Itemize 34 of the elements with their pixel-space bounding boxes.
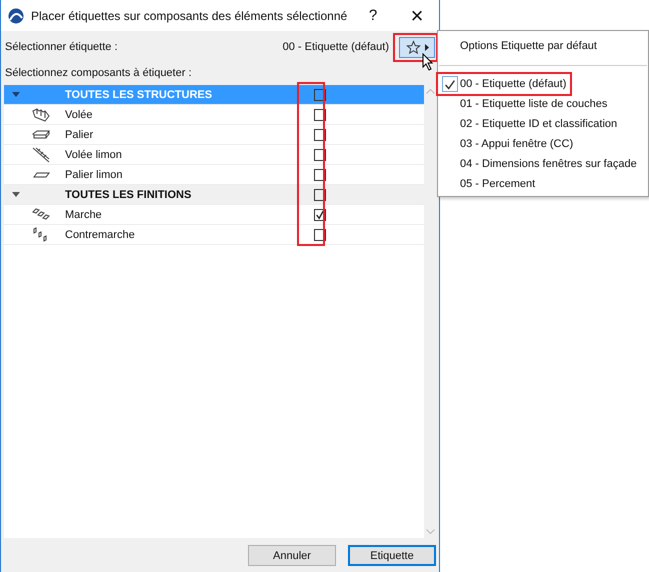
close-button[interactable]: × [395,0,439,31]
app-logo-icon [8,8,24,24]
menu-item[interactable]: 02 - Etiquette ID et classification [438,114,624,134]
menu-item[interactable]: 03 - Appui fenêtre (CC) [438,134,580,154]
menu-item[interactable]: Options Etiquette par défaut [438,31,648,61]
component-name: Contremarche [65,228,136,240]
tread-icon [32,206,50,222]
cursor-icon [422,53,434,71]
caret-icon [424,44,428,50]
component-name: Volée limon [65,148,123,160]
menu-item[interactable]: 00 - Etiquette (défaut) [436,72,572,96]
select-label: Sélectionner étiquette : [5,41,119,53]
menu-item[interactable]: 04 - Dimensions fenêtres sur façade [438,154,643,174]
component-name: Palier [65,128,94,140]
scroll-up-icon [426,89,435,94]
default-button[interactable]: Etiquette [348,545,436,566]
cancel-button[interactable]: Annuler [248,545,336,566]
window-title: Placer étiquettes sur composants des éléments sélectionné [31,8,348,22]
stringer-icon [32,146,50,162]
help-button[interactable]: ? [351,0,395,31]
components-label: Sélectionnez composants à étiqueter : [5,66,193,81]
menu-item[interactable]: 01 - Etiquette liste de couches [438,94,614,114]
component-name: Volée [65,108,94,120]
component-name: Palier limon [65,168,124,180]
favorites-button[interactable] [399,36,435,58]
selected-label-value: 00 - Etiquette (défaut) [282,41,389,53]
scroll-down-icon [426,529,435,534]
menu-item[interactable]: 05 - Percement [438,174,542,194]
star-icon [406,40,420,54]
group-name: TOUTES LES FINITIONS [65,188,192,200]
stair-flight-icon [32,106,50,122]
group-name: TOUTES LES STRUCTURES [65,88,214,100]
component-name: Marche [65,208,103,220]
group-row[interactable]: TOUTES LES FINITIONS [4,185,424,205]
